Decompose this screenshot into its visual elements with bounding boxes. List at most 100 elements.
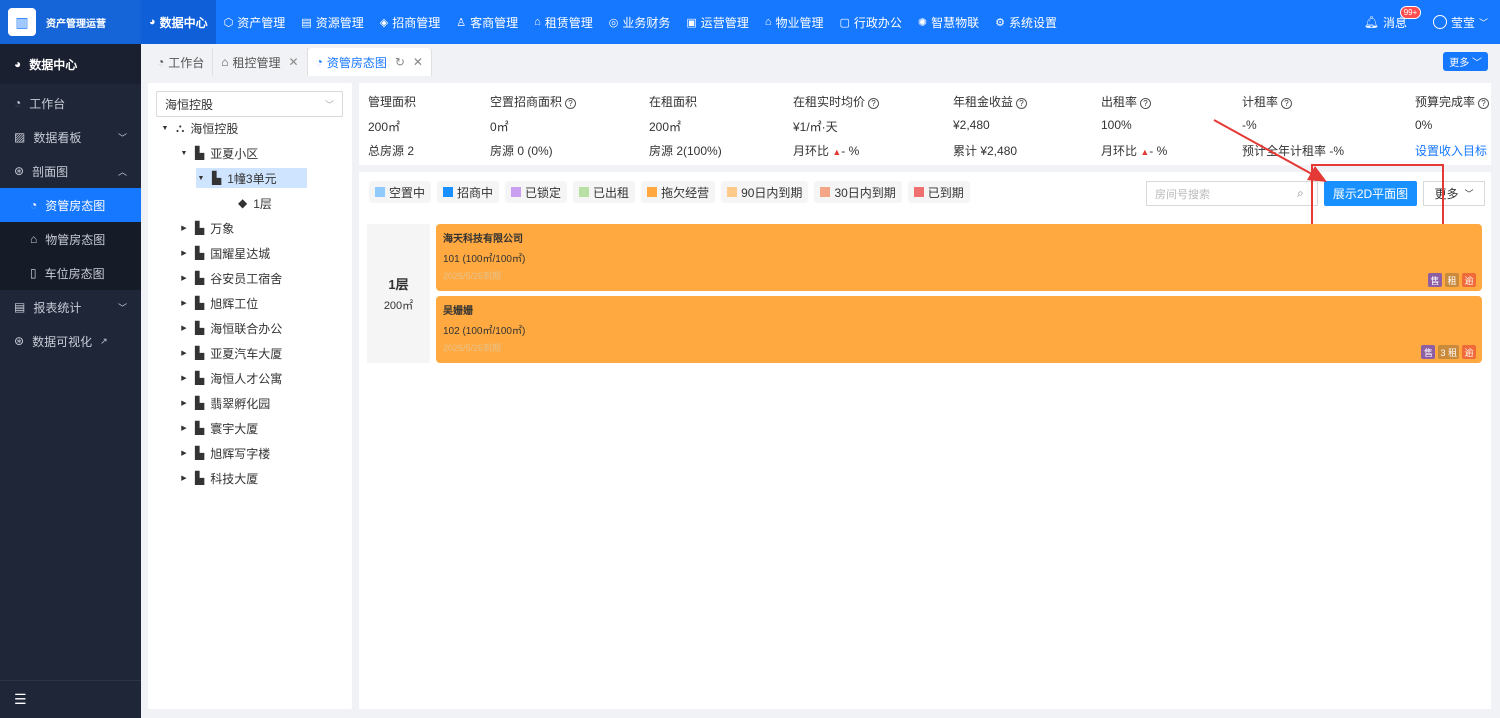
legend-item[interactable]: 已锁定 [505,181,568,203]
building-icon: ▙ [195,396,205,410]
trend-up-icon: ▲ [832,147,842,157]
legend-item[interactable]: 90日内到期 [721,181,809,203]
sidebar-item-asset-room-map[interactable]: ◔ 资管房态图 [0,188,141,222]
sidebar-item-dashboard[interactable]: ▨ 数据看板 ﹀ [0,120,141,154]
topnav-asset[interactable]: ⬡ 资产管理 [216,0,294,44]
room-map-panel: 空置中 招商中 已锁定 已出租 拖欠经营 90日内到期 30日内到期 已到期 房… [359,119,1491,709]
grid-icon: ▣ [686,16,697,29]
bell-icon: 🔔︎ [1363,15,1379,29]
org-select[interactable]: 海恒控股 ﹀ [156,91,343,117]
top-nav: ◕ 数据中心 ⬡ 资产管理 ▤ 资源管理 ◈ 招商管理 ♙ 客商管理 ⌂ 租赁管理 ◎ 业务财… [141,0,1065,44]
sidebar-item-reports[interactable]: ▤ 报表统计 ﹀ [0,290,141,324]
topnav-property[interactable]: ⌂ 物业管理 [757,0,832,44]
topnav-settings[interactable]: ⚙ 系统设置 [987,0,1065,44]
building-icon: ▙ [195,246,205,260]
caret-right-icon: ▶ [181,375,187,382]
sidebar-item-section[interactable]: ⊛ 剖面图 ︿ [0,154,141,188]
topnav-finance[interactable]: ◎ 业务财务 [601,0,679,44]
room-card[interactable]: 吴姗姗 102 (100㎡/100㎡) 2026/5/26到期 售 3 租 逾 [436,296,1482,363]
top-bar: ▥ 资产管理运营 ◕ 数据中心 ⬡ 资产管理 ▤ 资源管理 ◈ 招商管理 ♙ 客商管理 ⌂… [0,0,1500,44]
chart-icon: ▨ [14,130,26,144]
caret-right-icon: ▶ [181,350,187,357]
tabs-more-button[interactable]: 更多 ﹀ [1443,52,1488,71]
tree-node-root[interactable]: ▼ ⛬ 海恒控股 [160,118,239,138]
tag-sale: 售 [1421,345,1436,359]
tree-node-floor[interactable]: ◆ 1层 [238,193,272,213]
caret-down-icon: ▼ [197,174,205,182]
set-income-target-link[interactable]: 设置收入目标 [1415,142,1487,159]
sidebar-item-property-room-map[interactable]: ⌂ 物管房态图 [0,222,141,256]
caret-right-icon: ▶ [181,325,187,332]
help-icon[interactable]: ? [565,98,577,109]
section-icon: ⊛ [14,164,25,178]
tree-node-project[interactable]: ▶ ▙ 海恒联合办公 [179,318,282,338]
tree-node-project[interactable]: ▶ ▙ 亚夏汽车大厦 [179,343,282,363]
tree-node-unit[interactable]: ▼ ▙ 1幢3单元 [196,168,307,188]
refresh-icon[interactable]: ↻ [395,55,405,69]
tree-node-project[interactable]: ▶ ▙ 旭辉写字楼 [179,443,270,463]
caret-right-icon: ▶ [181,425,187,432]
tree-node-project[interactable]: ▶ ▙ 旭辉工位 [179,293,258,313]
app-logo[interactable]: ▥ 资产管理运营 [0,0,141,44]
tree-node-project[interactable]: ▶ ▙ 国耀星达城 [179,243,270,263]
room-tags: 售 租 逾 [1428,273,1476,287]
building-icon: ▥ [8,8,36,36]
legend-item[interactable]: 已出租 [573,181,636,203]
tree-node-project[interactable]: ▶ ▙ 海恒人才公寓 [179,368,282,388]
tab-asset-room-map[interactable]: ◔ 资管房态图 ↻ ✕ [307,48,432,76]
close-icon[interactable]: ✕ [289,55,299,69]
sidebar-item-parking-map[interactable]: ▯ 车位房态图 [0,256,141,290]
close-icon[interactable]: ✕ [413,55,423,69]
tab-workbench[interactable]: ◔ 工作台 [149,48,214,76]
caret-right-icon: ▶ [181,450,187,457]
sidebar-item-visualization[interactable]: ⊛ 数据可视化 ↗ [0,324,141,358]
tree-node-project[interactable]: ▶ ▙ 万象 [179,218,234,238]
caret-right-icon: ▶ [181,250,187,257]
topnav-iot[interactable]: ✺ 智慧物联 [910,0,987,44]
help-icon[interactable]: ? [1140,98,1152,109]
user-menu[interactable]: 莹莹 ﹀ [1432,14,1488,31]
building-icon: ▙ [195,296,205,310]
topnav-investment[interactable]: ◈ 招商管理 [372,0,448,44]
briefcase-icon: ▢ [839,16,850,29]
annotation-arrow [1213,119,1327,182]
pie-icon: ◔ [315,55,323,69]
topnav-data-center[interactable]: ◕ 数据中心 [141,0,216,44]
trend-up-icon: ▲ [1140,147,1150,157]
topnav-admin[interactable]: ▢ 行政办公 [831,0,909,44]
topnav-operation[interactable]: ▣ 运营管理 [678,0,756,44]
building-icon: ▙ [212,171,222,185]
tree-node-project[interactable]: ▶ ▙ 翡翠孵化园 [179,393,270,413]
help-icon[interactable]: ? [868,98,880,109]
tag-overdue: 逾 [1462,345,1476,359]
legend-item[interactable]: 招商中 [437,181,500,203]
help-icon[interactable]: ? [1281,98,1293,109]
legend-item[interactable]: 已到期 [907,181,970,203]
app-title: 资产管理运营 [46,18,106,30]
help-icon[interactable]: ? [1016,98,1028,109]
menu-fold-icon: ☰ [14,691,27,707]
legend-item[interactable]: 空置中 [369,181,432,203]
avatar [1432,15,1447,29]
tree-node-community[interactable]: ▼ ▙ 亚夏小区 [179,143,259,163]
tree-node-project[interactable]: ▶ ▙ 寰宇大厦 [179,418,258,438]
topnav-lease[interactable]: ⌂ 租赁管理 [526,0,601,44]
topnav-merchant[interactable]: ♙ 客商管理 [448,0,526,44]
external-link-icon: ↗ [100,335,108,346]
room-card[interactable]: 海天科技有限公司 101 (100㎡/100㎡) 2026/5/26到期 售 租… [436,224,1482,291]
sidebar-item-workbench[interactable]: ◔ 工作台 [0,86,141,120]
tree-node-project[interactable]: ▶ ▙ 谷安员工宿舍 [179,268,282,288]
tree-node-project[interactable]: ▶ ▙ 科技大厦 [179,468,258,488]
house-icon: ⌂ [764,16,772,28]
building-icon: ▙ [195,146,205,160]
messages-button[interactable]: 🔔︎ 消息 99+ [1363,5,1422,31]
building-icon: ▙ [195,346,205,360]
legend-item[interactable]: 30日内到期 [814,181,902,203]
legend-item[interactable]: 拖欠经营 [641,181,716,203]
tab-lease-control[interactable]: ⌂ 租控管理 ✕ [213,48,308,76]
topnav-resource[interactable]: ▤ 资源管理 [293,0,371,44]
pie-icon: ◕ [149,16,156,28]
collapse-sidebar-button[interactable]: ☰ [0,680,141,718]
caret-right-icon: ▶ [181,275,187,282]
help-icon[interactable]: ? [1478,98,1490,109]
